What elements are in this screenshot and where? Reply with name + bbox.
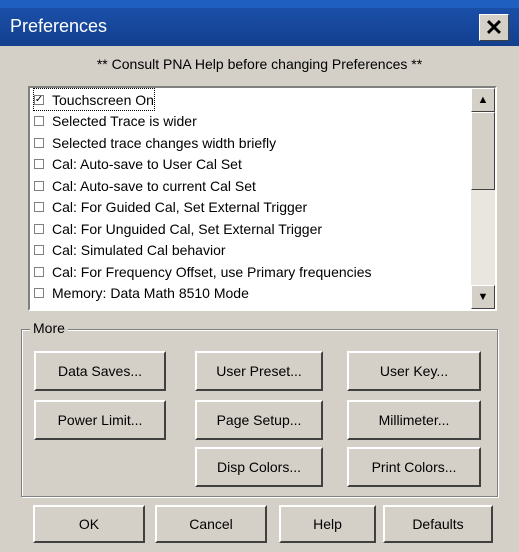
page-setup-button[interactable]: Page Setup... [195, 400, 323, 440]
preference-label: Cal: For Guided Cal, Set External Trigge… [52, 199, 308, 215]
preferences-listbox[interactable]: ✓ Touchscreen On Selected Trace is wider Se… [28, 86, 497, 311]
preference-item[interactable]: Cal: Simulated Cal behavior [34, 240, 226, 261]
preference-item[interactable]: Cal: Auto-save to current Cal Set [34, 175, 256, 196]
preference-label: Cal: Auto-save to current Cal Set [52, 177, 256, 194]
check-icon: ✓ [34, 93, 44, 105]
millimeter-button[interactable]: Millimeter... [347, 400, 481, 440]
ok-button[interactable]: OK [33, 505, 145, 543]
checkbox[interactable] [34, 116, 44, 126]
preference-item[interactable]: Memory: Data Math 8510 Mode [34, 283, 249, 304]
preference-label: Cal: Auto-save to User Cal Set [52, 156, 242, 172]
preference-label: Memory: Data Math 8510 Mode [52, 285, 249, 301]
preference-label: Cal: Simulated Cal behavior [52, 242, 226, 258]
preference-label: Cal: For Unguided Cal, Set External Trig… [52, 220, 323, 237]
preference-item[interactable]: Selected trace changes width briefly [34, 132, 276, 153]
close-button[interactable]: ✕ [479, 14, 509, 41]
disp-colors-button[interactable]: Disp Colors... [195, 447, 323, 487]
window-title: Preferences [10, 16, 108, 36]
scroll-thumb[interactable] [471, 112, 495, 190]
defaults-button[interactable]: Defaults [383, 505, 493, 543]
top-strip [0, 0, 519, 8]
checkbox[interactable] [34, 245, 44, 255]
checkbox[interactable] [34, 159, 44, 169]
vertical-scrollbar[interactable]: ▲ ▼ [471, 88, 495, 309]
preferences-list: ✓ Touchscreen On Selected Trace is wider Se… [30, 88, 471, 309]
title-bar: Preferences ✕ [0, 8, 519, 46]
help-button[interactable]: Help [279, 505, 376, 543]
arrow-down-icon: ▼ [477, 291, 489, 303]
scroll-down-button[interactable]: ▼ [471, 285, 495, 309]
preference-item[interactable]: Cal: For Guided Cal, Set External Trigge… [34, 197, 307, 218]
checkbox[interactable] [34, 288, 44, 298]
preference-label: Selected trace changes width briefly [52, 134, 277, 151]
checkbox[interactable] [34, 180, 44, 191]
preference-label: Selected Trace is wider [52, 113, 197, 129]
user-preset-button[interactable]: User Preset... [195, 351, 323, 391]
preference-label: Touchscreen On [52, 91, 154, 108]
user-key-button[interactable]: User Key... [347, 351, 481, 391]
checkbox[interactable] [34, 137, 44, 148]
checkbox[interactable]: ✓ [34, 93, 44, 105]
data-saves-button[interactable]: Data Saves... [34, 351, 166, 391]
preference-label: Cal: For Frequency Offset, use Primary f… [52, 263, 372, 280]
close-icon: ✕ [484, 14, 504, 40]
preference-item[interactable]: Cal: For Frequency Offset, use Primary f… [34, 261, 372, 282]
preference-item[interactable]: Cal: For Unguided Cal, Set External Trig… [34, 218, 322, 239]
print-colors-button[interactable]: Print Colors... [347, 447, 481, 487]
checkbox[interactable] [34, 266, 44, 277]
preference-item[interactable]: ✓ Touchscreen On [33, 88, 155, 111]
notice-text: ** Consult PNA Help before changing Pref… [96, 56, 423, 72]
more-group-label: More [30, 320, 68, 336]
checkbox[interactable] [34, 202, 44, 212]
power-limit-button[interactable]: Power Limit... [34, 400, 166, 440]
cancel-button[interactable]: Cancel [155, 505, 267, 543]
checkbox[interactable] [34, 223, 44, 234]
scroll-up-button[interactable]: ▲ [471, 88, 495, 112]
preference-item[interactable]: Selected Trace is wider [34, 111, 197, 132]
preference-item[interactable]: Cal: Auto-save to User Cal Set [34, 154, 242, 175]
arrow-up-icon: ▲ [477, 94, 489, 106]
